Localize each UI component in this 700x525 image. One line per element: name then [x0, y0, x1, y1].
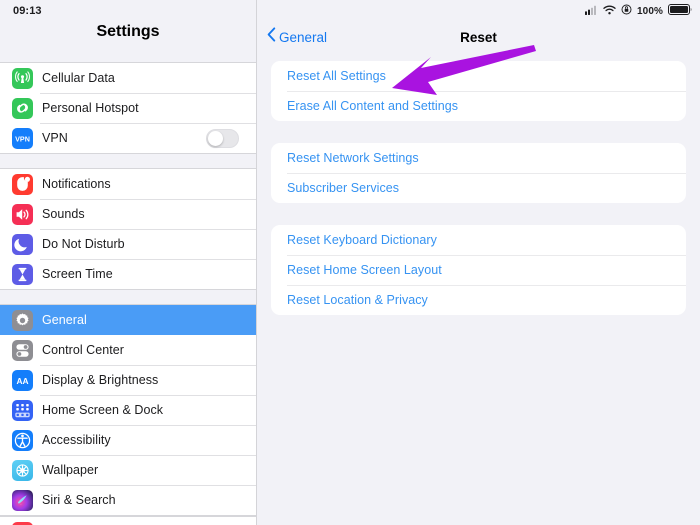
- sidebar-item-label: Home Screen & Dock: [42, 403, 164, 417]
- reset-all-settings-row[interactable]: Reset All Settings: [271, 61, 686, 91]
- siri-search-icon: [12, 489, 33, 511]
- settings-sidebar: 09:13 Settings Cellular Data Personal Ho…: [0, 0, 257, 525]
- accessibility-icon: [12, 429, 33, 451]
- sidebar-item-cellular-data[interactable]: Cellular Data: [0, 63, 256, 93]
- sidebar-item-label: Cellular Data: [42, 71, 115, 85]
- row-label: Erase All Content and Settings: [287, 99, 459, 113]
- chevron-left-icon: [267, 27, 276, 47]
- sidebar-gap-top: [0, 48, 256, 62]
- sidebar-group-notifications: Notifications Sounds Do Not Disturb Scre…: [0, 168, 256, 290]
- reset-group-network: Reset Network Settings Subscriber Servic…: [271, 143, 686, 203]
- sidebar-item-label: Notifications: [42, 177, 111, 191]
- svg-text:AA: AA: [16, 375, 28, 385]
- sidebar-item-notifications[interactable]: Notifications: [0, 169, 256, 199]
- sidebar-item-label: Control Center: [42, 343, 124, 357]
- sidebar-item-label: Accessibility: [42, 433, 111, 447]
- sidebar-item-label: Siri & Search: [42, 493, 116, 507]
- sidebar-item-wallpaper[interactable]: Wallpaper: [0, 455, 256, 485]
- back-button-label: General: [279, 29, 328, 45]
- sidebar-item-label: Screen Time: [42, 267, 113, 281]
- status-bar-right: 100%: [257, 0, 700, 22]
- sidebar-gap-2: [0, 290, 256, 304]
- wifi-icon: [603, 2, 616, 20]
- gear-icon: [12, 309, 33, 331]
- status-bar-left: 09:13: [0, 0, 256, 22]
- row-label: Reset Network Settings: [287, 151, 419, 165]
- sidebar-item-control-center[interactable]: Control Center: [0, 335, 256, 365]
- cellular-signal-icon: [585, 2, 598, 20]
- sidebar-item-label: Personal Hotspot: [42, 101, 139, 115]
- reset-keyboard-dictionary-row[interactable]: Reset Keyboard Dictionary: [271, 225, 686, 255]
- sidebar-item-accessibility[interactable]: Accessibility: [0, 425, 256, 455]
- card-gap-2: [257, 203, 700, 225]
- battery-percentage: 100%: [637, 5, 663, 17]
- ipad-settings-screen: 09:13 Settings Cellular Data Personal Ho…: [0, 0, 700, 525]
- sidebar-item-partial-next[interactable]: [0, 516, 256, 525]
- sidebar-item-label: General: [42, 313, 87, 327]
- reset-group-misc: Reset Keyboard Dictionary Reset Home Scr…: [271, 225, 686, 315]
- navigation-bar: General Reset: [257, 22, 700, 52]
- subscriber-services-row[interactable]: Subscriber Services: [271, 173, 686, 203]
- sidebar-item-personal-hotspot[interactable]: Personal Hotspot: [0, 93, 256, 123]
- row-label: Reset Keyboard Dictionary: [287, 233, 437, 247]
- notifications-icon: [12, 173, 33, 195]
- row-label: Subscriber Services: [287, 181, 400, 195]
- reset-detail-pane: 100% General Reset Reset All Settings Er…: [257, 0, 700, 525]
- wallpaper-icon: [12, 459, 33, 481]
- sidebar-item-label: VPN: [42, 131, 68, 145]
- reset-home-screen-layout-row[interactable]: Reset Home Screen Layout: [271, 255, 686, 285]
- sidebar-item-sounds[interactable]: Sounds: [0, 199, 256, 229]
- sidebar-item-label: Sounds: [42, 207, 85, 221]
- sidebar-item-screen-time[interactable]: Screen Time: [0, 259, 256, 289]
- row-label: Reset All Settings: [287, 69, 386, 83]
- status-bar-clock: 09:13: [13, 5, 42, 17]
- sidebar-item-siri-search[interactable]: Siri & Search: [0, 485, 256, 515]
- vpn-icon: VPN: [12, 127, 33, 149]
- sidebar-item-vpn[interactable]: VPN VPN: [0, 123, 256, 153]
- sidebar-item-do-not-disturb[interactable]: Do Not Disturb: [0, 229, 256, 259]
- page-title: Settings: [96, 23, 160, 40]
- detail-top-spacer: [257, 52, 700, 61]
- battery-full-icon: [668, 2, 692, 20]
- reset-network-settings-row[interactable]: Reset Network Settings: [271, 143, 686, 173]
- sidebar-item-label: Display & Brightness: [42, 373, 159, 387]
- rotation-lock-icon: [621, 2, 632, 20]
- row-label: Reset Home Screen Layout: [287, 263, 442, 277]
- sidebar-title-bar: Settings: [0, 22, 256, 48]
- home-screen-dock-icon: [12, 399, 33, 421]
- sidebar-item-label: Wallpaper: [42, 463, 99, 477]
- row-label: Reset Location & Privacy: [287, 293, 428, 307]
- personal-hotspot-icon: [12, 97, 33, 119]
- sidebar-item-display-brightness[interactable]: AA Display & Brightness: [0, 365, 256, 395]
- sidebar-item-general[interactable]: General: [0, 305, 256, 335]
- reset-group-primary: Reset All Settings Erase All Content and…: [271, 61, 686, 121]
- sidebar-group-connectivity: Cellular Data Personal Hotspot VPN VPN: [0, 62, 256, 154]
- control-center-icon: [12, 339, 33, 361]
- erase-all-content-and-settings-row[interactable]: Erase All Content and Settings: [271, 91, 686, 121]
- sidebar-group-system: General Control Center AA Display & Brig…: [0, 304, 256, 516]
- display-brightness-icon: AA: [12, 369, 33, 391]
- sidebar-item-label: Do Not Disturb: [42, 237, 125, 251]
- screen-time-icon: [12, 263, 33, 285]
- vpn-toggle[interactable]: [206, 128, 239, 148]
- card-gap-1: [257, 121, 700, 143]
- cellular-data-icon: [12, 67, 33, 89]
- back-button[interactable]: General: [267, 27, 327, 47]
- sidebar-gap-1: [0, 154, 256, 168]
- sounds-icon: [12, 203, 33, 225]
- reset-location-privacy-row[interactable]: Reset Location & Privacy: [271, 285, 686, 315]
- do-not-disturb-icon: [12, 233, 33, 255]
- svg-text:VPN: VPN: [15, 134, 30, 143]
- sidebar-item-home-screen-dock[interactable]: Home Screen & Dock: [0, 395, 256, 425]
